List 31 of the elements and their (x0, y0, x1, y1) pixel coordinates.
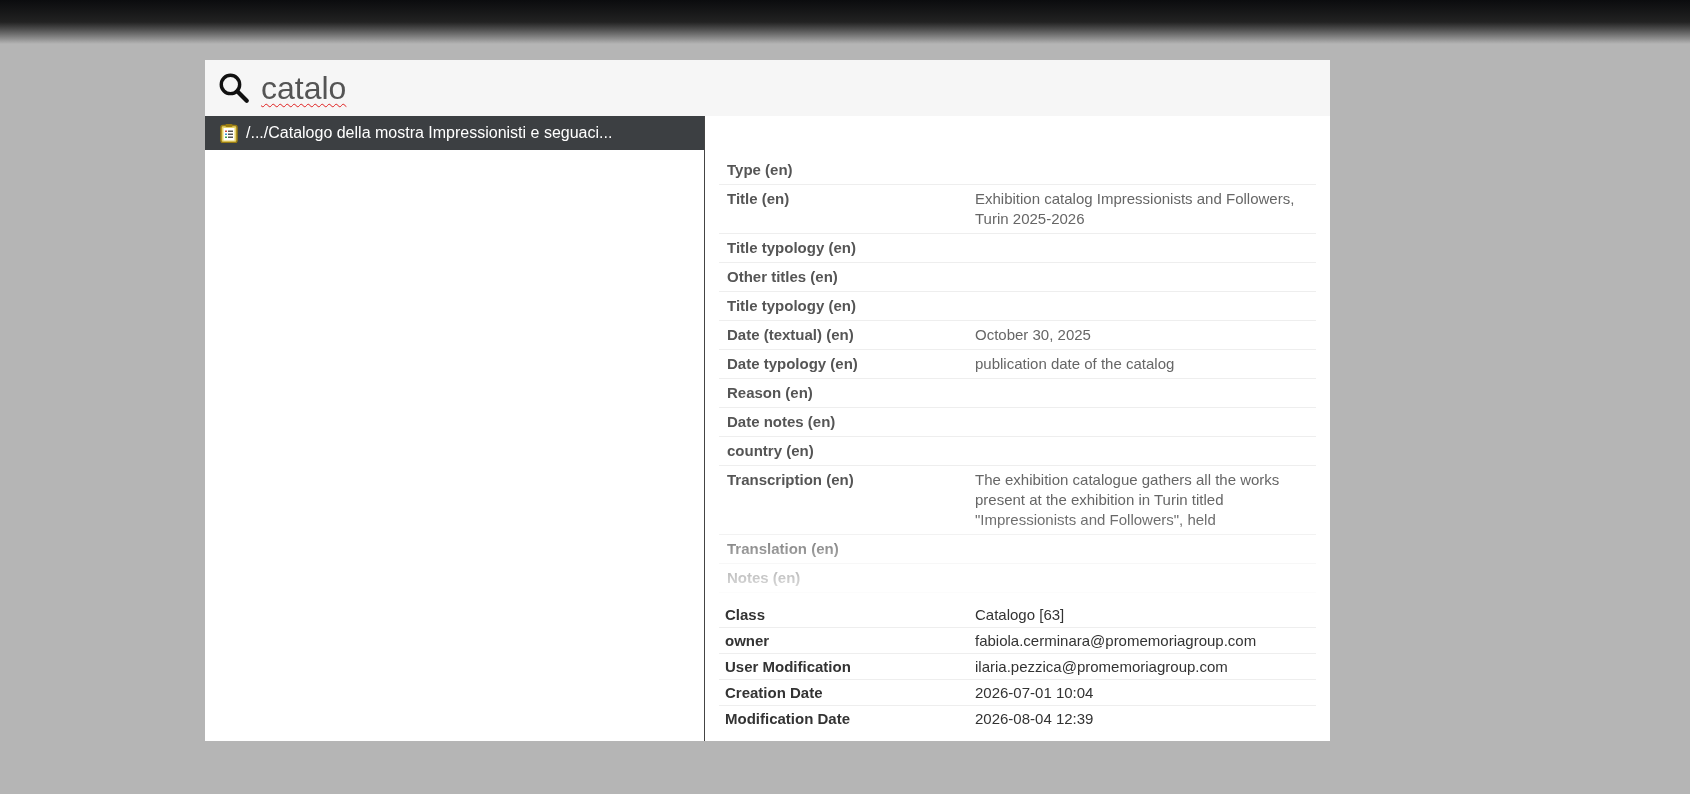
search-field[interactable]: catalo (205, 60, 1330, 116)
field-label: Title typology (en) (726, 296, 857, 316)
meta-value: fabiola.cerminara@promemoriagroup.com (974, 631, 1257, 650)
field-label: Transcription (en) (726, 470, 855, 490)
meta-value: ilaria.pezzica@promemoriagroup.com (974, 657, 1228, 676)
field-value: October 30, 2025 (974, 325, 1092, 345)
field-label: Date (textual) (en) (726, 325, 855, 345)
field-label: Other titles (en) (726, 267, 839, 287)
field-value: publication date of the catalog (974, 354, 1176, 374)
field-label: Notes (en) (726, 568, 802, 588)
meta-label: Class (724, 605, 767, 624)
field-label: Reason (en) (726, 383, 814, 403)
meta-label: User Modification (724, 657, 852, 676)
field-label: country (en) (726, 441, 815, 461)
field-value: The exhibition catalogue gathers all the works present at the exhibition in Turin titled "Impressionists and Followers", held (974, 470, 1281, 530)
meta-value: 2026-07-01 10:04 (974, 683, 1094, 702)
clipboard-icon (220, 123, 238, 143)
field-label: Title (en) (726, 189, 791, 209)
meta-value: Catalogo [63] (974, 605, 1065, 624)
field-label: Date typology (en) (726, 354, 859, 374)
meta-value: 2026-08-04 12:39 (974, 709, 1094, 728)
meta-label: Modification Date (724, 709, 851, 728)
field-label: Title typology (en) (726, 238, 857, 258)
search-icon (217, 71, 251, 105)
field-label: Date notes (en) (726, 412, 837, 432)
field-label: Type (en) (726, 160, 794, 180)
field-label: Translation (en) (726, 539, 840, 559)
field-value: Exhibition catalog Impressionists and Followers, Turin 2025-2026 (974, 189, 1296, 229)
result-item[interactable]: /.../Catalogo della mostra Impressionisti e seguaci... (205, 116, 704, 150)
meta-label: owner (724, 631, 771, 650)
meta-label: Creation Date (724, 683, 824, 702)
